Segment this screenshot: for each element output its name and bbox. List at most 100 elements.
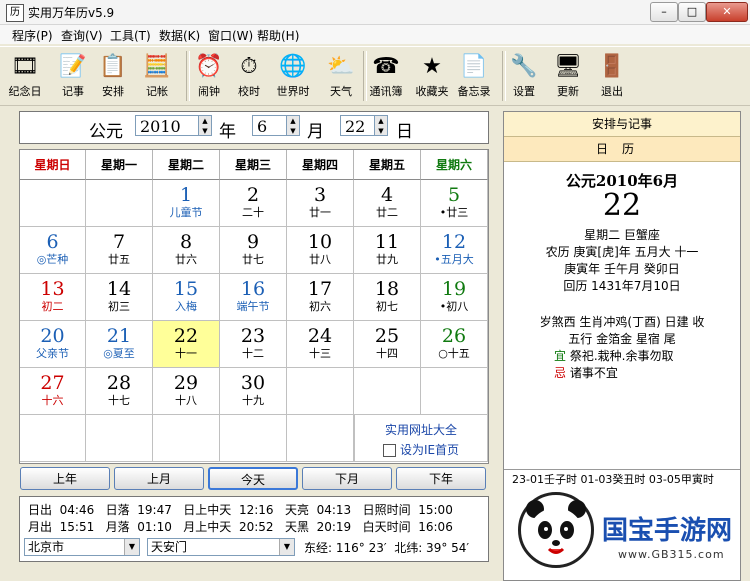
globe-icon: 🌐 xyxy=(279,53,307,79)
title-bar[interactable]: 历 实用万年历v5.9 – □ ✕ xyxy=(0,0,750,25)
day-cell[interactable]: 17 初六 xyxy=(287,274,354,321)
day-number: 7 xyxy=(112,231,126,253)
day-cell[interactable]: 18 初七 xyxy=(354,274,421,321)
day-cell[interactable]: 30 十九 xyxy=(220,368,287,415)
toolbar-film-button[interactable]: 🎞 纪念日 xyxy=(3,49,47,103)
toolbar-star-button[interactable]: ★ 收藏夹 xyxy=(410,49,454,103)
menu-help[interactable]: 帮助(H) xyxy=(257,27,299,44)
menu-tools[interactable]: 工具(T) xyxy=(110,27,151,44)
toolbar-globe-button[interactable]: 🌐 世界时 xyxy=(271,49,315,103)
checkbox-icon[interactable] xyxy=(382,444,396,457)
day-cell[interactable]: 6 ◎芒种 xyxy=(20,227,86,274)
day-number: 19 xyxy=(441,278,467,300)
useful-sites-link[interactable]: 实用网址大全 xyxy=(355,421,487,438)
day-cell[interactable]: 16 端午节 xyxy=(220,274,287,321)
year-spinner[interactable]: ▲ ▼ xyxy=(198,115,212,136)
day-number: 20 xyxy=(40,325,65,347)
day-number: 27 xyxy=(40,372,65,394)
city-select[interactable]: 北京市 ▼ xyxy=(24,538,140,556)
day-cell[interactable]: 15 入梅 xyxy=(153,274,220,321)
menu-data[interactable]: 数据(K) xyxy=(159,27,200,44)
day-cell-selected[interactable]: 22 十一 xyxy=(153,321,220,368)
day-cell[interactable]: 29 十八 xyxy=(153,368,220,415)
today-button[interactable]: 今天 xyxy=(208,467,298,490)
day-cell[interactable]: 8 廿六 xyxy=(153,227,220,274)
weekday-zodiac: 星期二 巨蟹座 xyxy=(584,228,660,242)
next-year-button[interactable]: 下年 xyxy=(396,467,486,490)
day-cell[interactable]: 11 廿九 xyxy=(354,227,421,274)
toolbar-exit-door-button[interactable]: 🚪 退出 xyxy=(590,49,634,103)
next-month-button[interactable]: 下月 xyxy=(302,467,392,490)
day-cell[interactable]: 2 二十 xyxy=(220,180,287,227)
empty-cell xyxy=(86,180,153,227)
toolbar-stopwatch-button[interactable]: ⏱ 校时 xyxy=(227,49,271,103)
toolbar-label: 设置 xyxy=(513,85,535,98)
year-input[interactable]: 2010 xyxy=(135,115,199,136)
close-button[interactable]: ✕ xyxy=(706,2,748,22)
day-cell[interactable]: 1 儿童节 xyxy=(153,180,220,227)
maximize-button[interactable]: □ xyxy=(678,2,706,22)
day-cell[interactable]: 27 十六 xyxy=(20,368,86,415)
year-unit-label: 年 xyxy=(219,122,236,142)
lunar-label: 父亲节 xyxy=(36,347,69,360)
day-cell[interactable]: 19 •初八 xyxy=(421,274,488,321)
menu-query[interactable]: 查询(V) xyxy=(61,27,103,44)
day-input[interactable]: 22 xyxy=(340,115,375,136)
set-homepage-checkbox[interactable]: 设为IE首页 xyxy=(355,441,487,458)
day-cell[interactable]: 12 •五月大 xyxy=(421,227,488,274)
day-cell[interactable]: 23 十二 xyxy=(220,321,287,368)
day-cell[interactable]: 10 廿八 xyxy=(287,227,354,274)
lunar-label: 初三 xyxy=(108,300,130,313)
weekday-header: 星期三 xyxy=(220,150,287,180)
month-input[interactable]: 6 xyxy=(252,115,287,136)
panel-title[interactable]: 安排与记事 xyxy=(504,112,740,137)
toolbar-weather-button[interactable]: ⛅ 天气 xyxy=(319,49,363,103)
empty-cell xyxy=(287,368,354,415)
day-cell[interactable]: 7 廿五 xyxy=(86,227,153,274)
day-cell[interactable]: 21 ◎夏至 xyxy=(86,321,153,368)
toolbar-notebook-pen-button[interactable]: 📝 记事 xyxy=(51,49,95,103)
toolbar-phone-button[interactable]: ☎ 通讯簿 xyxy=(364,49,408,103)
toolbar-label: 纪念日 xyxy=(8,85,42,98)
links-area: 实用网址大全 设为IE首页 xyxy=(354,415,488,462)
toolbar-alarm-clock-button[interactable]: ⏰ 闹钟 xyxy=(187,49,231,103)
day-spinner[interactable]: ▲ ▼ xyxy=(374,115,388,136)
month-spinner[interactable]: ▲ ▼ xyxy=(286,115,300,136)
district-select[interactable]: 天安门 ▼ xyxy=(147,538,295,556)
menu-program[interactable]: 程序(P) xyxy=(12,27,53,44)
toolbar-clipboard-button[interactable]: 📋 安排 xyxy=(91,49,135,103)
toolbar-update-button[interactable]: 🖥 更新 xyxy=(546,49,590,103)
day-cell[interactable]: 4 廿二 xyxy=(354,180,421,227)
day-cell[interactable]: 14 初三 xyxy=(86,274,153,321)
day-cell[interactable]: 20 父亲节 xyxy=(20,321,86,368)
day-number: 2 xyxy=(246,184,260,206)
lunar-label: 十四 xyxy=(376,347,398,360)
lunar-label: 儿童节 xyxy=(169,206,203,219)
big-day-number: 22 xyxy=(602,188,642,223)
prev-month-button[interactable]: 上月 xyxy=(114,467,204,490)
minimize-button[interactable]: – xyxy=(650,2,678,22)
prev-year-button[interactable]: 上年 xyxy=(20,467,110,490)
day-number: 14 xyxy=(106,278,132,300)
toolbar-label: 收藏夹 xyxy=(415,85,449,98)
tab-calendar[interactable]: 日历 xyxy=(504,137,740,162)
watermark-text: 国宝手游网 xyxy=(602,516,733,546)
day-cell[interactable]: 5 •廿三 xyxy=(421,180,488,227)
lunar-label: 初二 xyxy=(41,300,64,313)
day-cell[interactable]: 9 廿七 xyxy=(220,227,287,274)
empty-cell xyxy=(354,368,421,415)
day-cell[interactable]: 26 ○十五 xyxy=(421,321,488,368)
toolbar-tools-button[interactable]: 🔧 设置 xyxy=(502,49,546,103)
empty-cell xyxy=(153,415,220,462)
day-cell[interactable]: 25 十四 xyxy=(354,321,421,368)
day-cell[interactable]: 3 廿一 xyxy=(287,180,354,227)
day-cell[interactable]: 13 初二 xyxy=(20,274,86,321)
toolbar-calculator-button[interactable]: 🧮 记帐 xyxy=(135,49,179,103)
window-title: 实用万年历v5.9 xyxy=(28,6,115,20)
menu-window[interactable]: 窗口(W) xyxy=(208,27,253,44)
coordinates-text: 东经: 116° 23′ 北纬: 39° 54′ xyxy=(304,541,470,555)
toolbar-memo-button[interactable]: 📄 备忘录 xyxy=(452,49,496,103)
sun-times-row: 日出 04:46 日落 19:47 日上中天 12:16 天亮 04:13 日照… xyxy=(28,503,453,517)
day-cell[interactable]: 24 十三 xyxy=(287,321,354,368)
day-cell[interactable]: 28 十七 xyxy=(86,368,153,415)
